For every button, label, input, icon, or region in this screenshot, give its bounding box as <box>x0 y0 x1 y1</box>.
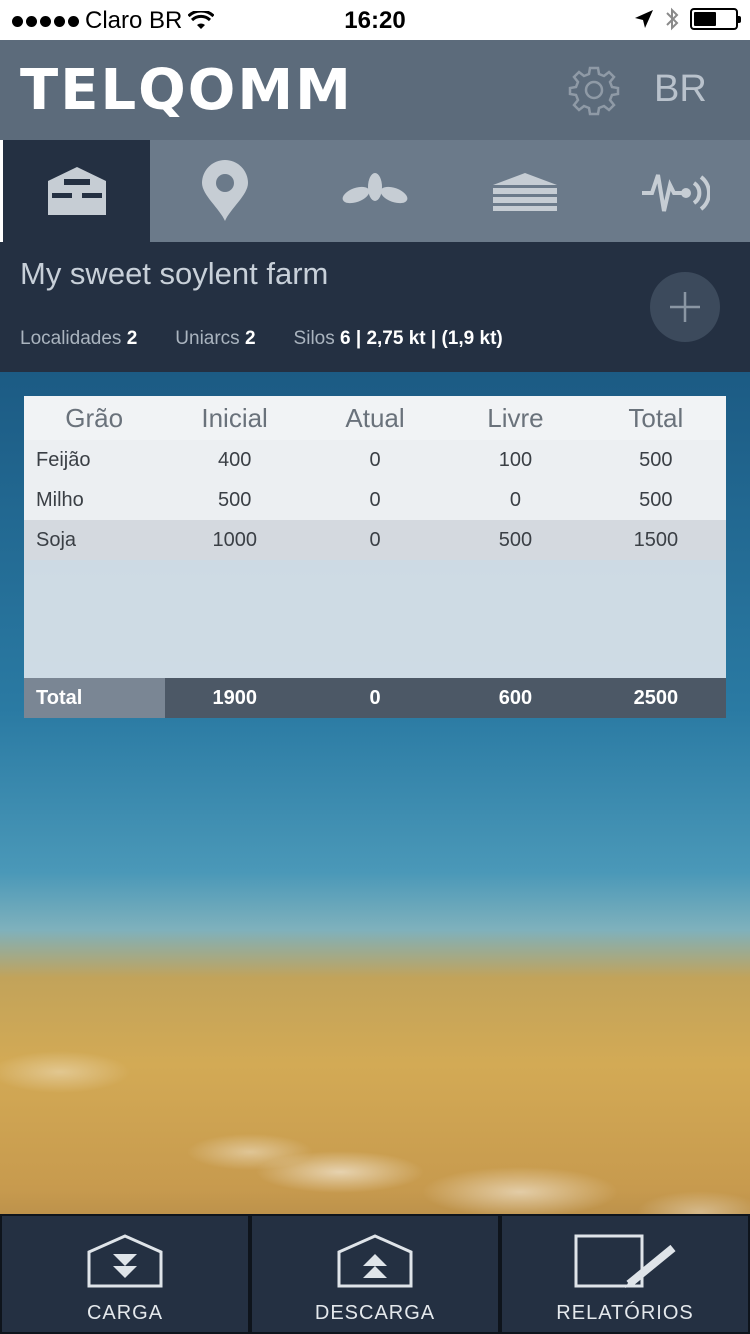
farm-summary: My sweet soylent farm Localidades 2 Unia… <box>0 242 750 372</box>
table-header-row: Grão Inicial Atual Livre Total <box>24 396 726 440</box>
stat-silos-value: 6 | 2,75 kt | (1,9 kt) <box>340 328 503 349</box>
carga-label: CARGA <box>86 1302 164 1324</box>
stat-localidades: Localidades 2 <box>20 328 137 350</box>
tab-bar <box>0 140 750 242</box>
tab-sensors[interactable] <box>600 140 750 242</box>
stat-localidades-label: Localidades <box>20 328 122 349</box>
table-row[interactable]: Feijão 400 0 100 500 <box>24 440 726 480</box>
cell-initial: 400 <box>218 448 252 471</box>
tab-crops[interactable] <box>300 140 450 242</box>
cell-free: 500 <box>498 528 533 551</box>
stat-uniarcs: Uniarcs 2 <box>175 328 255 350</box>
total-total: 2500 <box>633 686 679 709</box>
gear-icon[interactable] <box>568 64 620 116</box>
app-logo: TELQOMM <box>20 58 353 123</box>
bluetooth-icon <box>666 7 679 31</box>
tab-locations[interactable] <box>150 140 300 242</box>
bottom-action-bar: CARGA DESCARGA RELATÓRIOS <box>0 1214 750 1334</box>
language-selector[interactable]: BR <box>654 68 707 111</box>
cell-current: 0 <box>369 488 381 511</box>
plus-icon <box>670 292 700 322</box>
descarga-button[interactable]: DESCARGA <box>250 1214 500 1334</box>
relatorios-button[interactable]: RELATÓRIOS <box>500 1214 750 1334</box>
cell-current: 0 <box>369 528 381 551</box>
grain-table: Grão Inicial Atual Livre Total Feijão 40… <box>24 396 726 718</box>
status-right <box>634 7 741 31</box>
total-free: 600 <box>498 686 533 709</box>
stat-uniarcs-value: 2 <box>244 328 256 349</box>
report-edit-icon <box>574 1234 676 1288</box>
cell-total: 500 <box>639 448 673 471</box>
location-pin-icon <box>202 160 248 221</box>
header-grain: Grão <box>65 402 124 433</box>
carga-button[interactable]: CARGA <box>0 1214 250 1334</box>
location-arrow-icon <box>635 10 653 28</box>
sensor-signal-icon <box>642 174 710 212</box>
header-free: Livre <box>487 402 544 433</box>
cell-free: 0 <box>509 488 522 511</box>
header-total: Total <box>628 402 684 433</box>
cell-total: 1500 <box>633 528 679 551</box>
descarga-label: DESCARGA <box>314 1302 436 1324</box>
table-empty-space <box>24 560 726 678</box>
total-label: Total <box>24 678 165 718</box>
total-initial: 1900 <box>212 686 257 709</box>
cell-initial: 1000 <box>212 528 257 551</box>
leaves-icon <box>342 173 408 204</box>
cell-grain: Feijão <box>36 448 91 471</box>
cell-grain: Soja <box>36 528 77 551</box>
table-total-row: Total 1900 0 600 2500 <box>24 678 726 718</box>
stat-uniarcs-label: Uniarcs <box>175 328 240 349</box>
cell-initial: 500 <box>218 488 252 511</box>
farm-title: My sweet soylent farm <box>20 256 329 291</box>
farm-stats: Localidades 2 Uniarcs 2 Silos 6 | 2,75 k… <box>20 328 503 350</box>
table-row[interactable]: Soja 1000 0 500 1500 <box>24 520 726 560</box>
total-current: 0 <box>369 686 381 709</box>
add-button[interactable] <box>650 272 720 342</box>
barn-icon <box>47 167 106 215</box>
load-down-icon <box>87 1234 163 1288</box>
cell-grain: Milho <box>36 488 84 511</box>
app-header: TELQOMM BR <box>0 40 750 140</box>
relatorios-label: RELATÓRIOS <box>556 1302 694 1324</box>
stat-localidades-value: 2 <box>126 328 138 349</box>
table-row[interactable]: Milho 500 0 0 500 <box>24 480 726 520</box>
unload-up-icon <box>337 1234 413 1288</box>
cell-free: 100 <box>498 448 533 471</box>
header-current: Atual <box>345 402 405 433</box>
cell-current: 0 <box>369 448 381 471</box>
status-bar: Claro BR 16:20 <box>0 0 750 40</box>
tab-silos[interactable] <box>450 140 600 242</box>
silo-icon <box>493 173 557 211</box>
stat-silos: Silos 6 | 2,75 kt | (1,9 kt) <box>294 328 503 350</box>
header-initial: Inicial <box>201 402 268 433</box>
stat-silos-label: Silos <box>293 328 335 349</box>
tab-farm[interactable] <box>0 140 150 242</box>
battery-icon <box>690 8 741 30</box>
cell-total: 500 <box>639 488 673 511</box>
